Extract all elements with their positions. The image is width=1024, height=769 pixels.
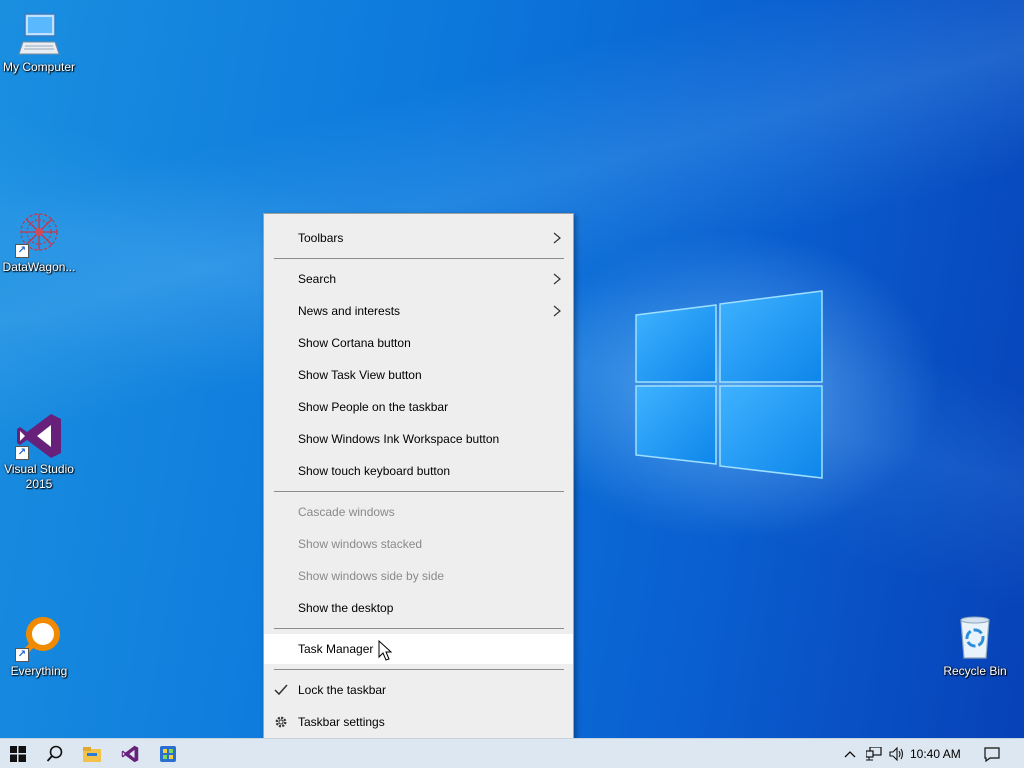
- menu-item-show-touch-keyboard[interactable]: Show touch keyboard button: [264, 456, 573, 486]
- chevron-right-icon: [553, 305, 561, 317]
- menu-item-label: Show People on the taskbar: [298, 400, 449, 414]
- taskbar-visual-studio[interactable]: [114, 739, 146, 769]
- menu-item-windows-stacked: Show windows stacked: [264, 529, 573, 559]
- network-tray[interactable]: [862, 739, 886, 769]
- desktop-icon-label: Recycle Bin: [943, 664, 1007, 678]
- menu-item-label: Lock the taskbar: [298, 683, 387, 697]
- menu-item-show-people[interactable]: Show People on the taskbar: [264, 392, 573, 422]
- menu-item-taskbar-settings[interactable]: Taskbar settings: [264, 707, 573, 737]
- mouse-cursor-icon: [378, 640, 393, 661]
- menu-item-label: Search: [298, 272, 337, 286]
- shortcut-arrow-icon: ↗: [15, 446, 29, 460]
- taskbar-file-explorer[interactable]: [76, 739, 108, 769]
- chevron-up-icon: [844, 751, 856, 758]
- taskbar[interactable]: 10:40 AM: [0, 738, 1024, 768]
- desktop-icon-label: Everything: [10, 664, 68, 678]
- show-hidden-icons-button[interactable]: [840, 739, 860, 769]
- recycle-bin-icon: [951, 614, 999, 662]
- menu-item-show-desktop[interactable]: Show the desktop: [264, 593, 573, 623]
- taskbar-clock[interactable]: 10:40 AM: [910, 739, 961, 769]
- network-icon: [866, 747, 882, 761]
- visual-studio-icon: [121, 745, 139, 763]
- menu-item-news-and-interests[interactable]: News and interests: [264, 296, 573, 326]
- menu-item-label: Show windows stacked: [298, 537, 423, 551]
- shortcut-arrow-icon: ↗: [15, 648, 29, 662]
- menu-item-show-ink-workspace[interactable]: Show Windows Ink Workspace button: [264, 424, 573, 454]
- chevron-right-icon: [553, 273, 561, 285]
- search-button[interactable]: [38, 739, 72, 769]
- menu-item-label: Show Windows Ink Workspace button: [298, 432, 500, 446]
- menu-item-label: Cascade windows: [298, 505, 395, 519]
- menu-item-label: Show windows side by side: [298, 569, 445, 583]
- datawagon-icon: ↗: [15, 210, 63, 258]
- start-button[interactable]: [0, 739, 36, 769]
- action-center-icon: [984, 746, 1000, 762]
- desktop-icon-recycle-bin[interactable]: Recycle Bin: [936, 614, 1014, 679]
- menu-item-label: Show the desktop: [298, 601, 394, 615]
- desktop-icon-everything[interactable]: ↗ Everything: [0, 614, 78, 679]
- menu-item-label: Taskbar settings: [298, 715, 385, 729]
- chevron-right-icon: [553, 232, 561, 244]
- everything-search-icon: ↗: [15, 614, 63, 662]
- action-center-button[interactable]: [978, 739, 1006, 769]
- menu-item-label: Toolbars: [298, 231, 344, 245]
- desktop-icon-visual-studio[interactable]: ↗ Visual Studio 2015: [0, 412, 78, 492]
- desktop-icon-label: My Computer: [2, 60, 76, 74]
- menu-item-label: Show touch keyboard button: [298, 464, 451, 478]
- visual-studio-icon: ↗: [15, 412, 63, 460]
- desktop-icon-label: Visual Studio 2015: [4, 462, 74, 491]
- menu-item-task-manager[interactable]: Task Manager: [264, 634, 573, 664]
- shortcut-arrow-icon: ↗: [15, 244, 29, 258]
- file-explorer-icon: [83, 747, 101, 762]
- menu-separator: [274, 628, 564, 629]
- menu-separator: [274, 258, 564, 259]
- menu-separator: [274, 491, 564, 492]
- menu-item-label: Show Cortana button: [298, 336, 411, 350]
- menu-separator: [274, 669, 564, 670]
- menu-item-toolbars[interactable]: Toolbars: [264, 223, 573, 253]
- app-icon: [160, 746, 176, 762]
- desktop-icon-datawagon[interactable]: ↗ DataWagon...: [0, 210, 78, 275]
- menu-item-search[interactable]: Search: [264, 264, 573, 294]
- menu-item-label: Show Task View button: [298, 368, 422, 382]
- menu-item-label: News and interests: [298, 304, 401, 318]
- menu-item-lock-taskbar[interactable]: Lock the taskbar: [264, 675, 573, 705]
- menu-item-label: Task Manager: [298, 642, 374, 656]
- volume-tray[interactable]: [886, 739, 908, 769]
- desktop-icon-my-computer[interactable]: My Computer: [0, 10, 78, 75]
- computer-icon: [15, 10, 63, 58]
- volume-icon: [889, 747, 904, 761]
- gear-icon: [275, 716, 287, 728]
- menu-item-windows-side-by-side: Show windows side by side: [264, 561, 573, 591]
- taskbar-app[interactable]: [152, 739, 184, 769]
- checkmark-icon: [274, 684, 288, 696]
- taskbar-context-menu: Toolbars Search News and interests Show …: [263, 213, 574, 745]
- menu-item-show-cortana[interactable]: Show Cortana button: [264, 328, 573, 358]
- desktop-icon-label: DataWagon...: [2, 260, 76, 274]
- windows-start-icon: [10, 746, 26, 762]
- menu-item-cascade-windows: Cascade windows: [264, 497, 573, 527]
- search-icon: [46, 745, 63, 762]
- menu-item-show-task-view[interactable]: Show Task View button: [264, 360, 573, 390]
